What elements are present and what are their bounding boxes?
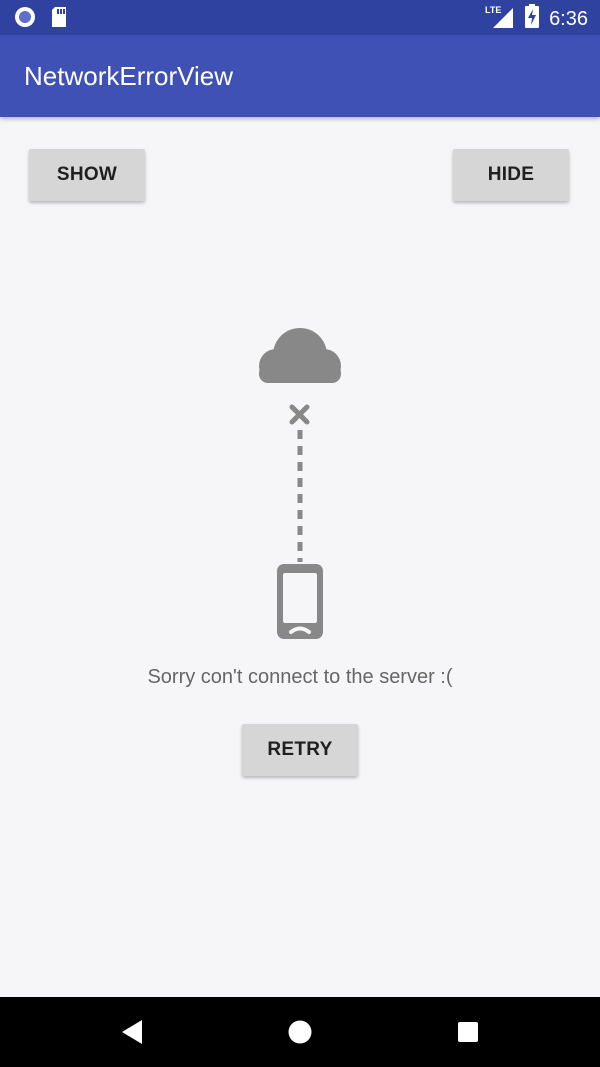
status-left-icons bbox=[14, 6, 68, 33]
sd-card-icon bbox=[50, 6, 68, 33]
phone-icon bbox=[277, 564, 323, 639]
lte-label: LTE bbox=[485, 5, 501, 15]
hide-button[interactable]: HIDE bbox=[453, 149, 569, 201]
error-message: Sorry con't connect to the server :( bbox=[147, 666, 453, 688]
app-title: NetworkErrorView bbox=[24, 61, 234, 91]
home-icon[interactable] bbox=[285, 1017, 315, 1047]
show-button[interactable]: SHOW bbox=[29, 149, 145, 201]
navigation-bar bbox=[0, 997, 600, 1067]
record-icon bbox=[14, 6, 36, 33]
cloud-icon bbox=[259, 328, 341, 383]
recents-icon[interactable] bbox=[453, 1017, 483, 1047]
status-right-icons: LTE 6:36 bbox=[485, 4, 588, 33]
app-bar: NetworkErrorView bbox=[0, 35, 600, 117]
battery-charging-icon bbox=[525, 4, 540, 33]
lte-signal-icon: LTE bbox=[485, 4, 515, 33]
disconnect-x-icon bbox=[289, 404, 310, 425]
status-time: 6:36 bbox=[549, 7, 588, 30]
status-bar: LTE 6:36 bbox=[0, 0, 600, 35]
retry-button[interactable]: RETRY bbox=[242, 724, 358, 776]
network-error-illustration bbox=[250, 320, 350, 645]
back-icon[interactable] bbox=[117, 1017, 147, 1047]
